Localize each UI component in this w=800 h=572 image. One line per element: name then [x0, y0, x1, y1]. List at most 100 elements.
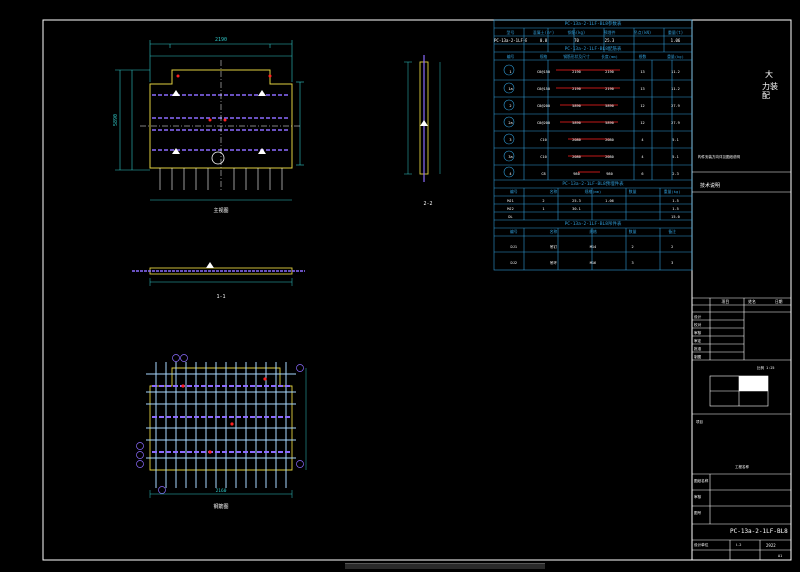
embed-table-cell: 1: [542, 207, 545, 211]
rebar-table-cell: 2a: [508, 120, 513, 125]
lift-table-cell: DJ2: [510, 261, 518, 265]
main-table-title: PC-13a-2-1LF-BL8参数表: [564, 22, 622, 27]
company-char-3: 装: [770, 82, 778, 91]
main-header-cell: 吊点(kN): [633, 30, 652, 35]
rebar-table-cell: 11.2: [671, 69, 680, 74]
check-label: 审核: [694, 495, 702, 499]
rebar-table-cell: 12: [640, 103, 645, 108]
lift-table-cell: 吊钉: [549, 244, 557, 249]
rebar-table-body: 1 C8@150 2190 2190 13 11.2 1a C8@150 2190 2190 13 1…: [494, 63, 692, 182]
lift-table-cell: 2: [671, 245, 674, 249]
embed-table-cell: MJ1: [507, 199, 514, 203]
rebar-table-cell: 12: [640, 120, 645, 125]
main-table-header: 型号 混凝土(m³) 钢筋(kg) 预埋件 吊点(kN) 重量(t): [494, 30, 692, 36]
company-char-4: 配: [762, 91, 770, 100]
lift-header-cell: 编号: [510, 229, 518, 234]
rebar-table-cell: 11.2: [671, 86, 680, 91]
embed-table-title: PC-13a-2-1LF-BL8预埋件表: [562, 182, 624, 187]
left-dimension: [115, 69, 150, 171]
plan-lift-points[interactable]: [172, 90, 266, 154]
rebar-header-cell: 编号: [506, 54, 515, 59]
embed-header-cell: 编号: [510, 189, 518, 194]
tech-note-label: 技术说明: [700, 183, 721, 189]
main-header-cell: 钢筋(kg): [567, 30, 586, 35]
horizontal-scrollbar[interactable]: [345, 563, 545, 569]
rebar-header-cell: 重量(kg): [667, 54, 684, 59]
embed-table-header: 编号 名称 规格(mm) 数量 重量(kg): [494, 189, 692, 195]
title-block-row-label: 设计: [694, 315, 702, 319]
rebar-table-cell: 2080: [572, 137, 581, 142]
rebar-table-row: 1 C8@150 2190 2190 13 11.2: [494, 63, 692, 80]
rebar-table-cell: 980: [606, 171, 613, 176]
rebar-table-cell: C8: [541, 171, 546, 176]
embed-header-cell: 规格(mm): [584, 189, 602, 194]
lift-table-row: DJ1 吊钉 M14 2 2: [494, 239, 692, 255]
embed-table-cell: 1.06: [605, 199, 614, 203]
rebar-table-cell: C8@200: [537, 120, 550, 125]
embed-table-cell: 30.1: [572, 207, 581, 211]
rebar-bottom-dim-text: 2160: [216, 488, 227, 494]
title-block-code: Ⅰ-2: [736, 543, 742, 547]
unit-label: 设计单位: [694, 543, 709, 547]
plan-lift-ring-icon[interactable]: [211, 151, 225, 165]
main-header-cell: 重量(t): [667, 30, 684, 35]
right-dimension: [296, 81, 304, 166]
main-table-row: PC-13a-2-1LF-BL8 0.8 70 25.3 1.06: [494, 38, 692, 43]
section-2-2-label: 2-2: [423, 201, 432, 207]
rebar-table-row: 1a C8@150 2190 2190 13 11.2: [494, 80, 692, 97]
plan-view-label: 主视图: [213, 207, 228, 214]
sheet-corner-label: A1: [778, 554, 783, 558]
embed-table-row: MJ2 1 30.1 1.5: [494, 205, 692, 213]
section-2-2[interactable]: 2-2: [404, 55, 441, 207]
company-logo-text-2: 力装 配: [762, 82, 778, 100]
rebar-view-label: 钢筋图: [213, 503, 228, 510]
title-block-row-label: 制图: [694, 355, 702, 359]
section-1-1-label: 1-1: [216, 294, 225, 300]
tb-header-item: 项目: [721, 299, 730, 304]
section-1-1-dims: [149, 278, 293, 286]
project-label: 项目: [696, 420, 703, 424]
rebar-table-cell: 5.1: [672, 154, 679, 159]
rebar-table-cell: 2080: [572, 154, 581, 159]
rebar-table-cell: 4: [509, 171, 512, 176]
plan-view[interactable]: 2190 5890 主视图: [113, 37, 304, 214]
title-block-row-label: 批准: [694, 347, 702, 351]
rebar-table-row: 2 C8@200 5890 5890 12 27.9: [494, 97, 692, 114]
rebar-view[interactable]: 2160 钢筋图: [136, 354, 307, 511]
rebar-table-row: 3 C10 2080 2080 4 5.1: [494, 131, 692, 148]
title-block[interactable]: [692, 171, 791, 560]
main-row-cell: 1.06: [670, 38, 681, 43]
embed-table-cell: 15.0: [671, 215, 680, 219]
cad-drawing-canvas[interactable]: 2190 5890 主视图 2-2 1-1 2160 钢筋图 PC-13a-2-…: [0, 0, 800, 569]
rebar-table-cell: 980: [573, 171, 580, 176]
rebar-header-cell: 钢筋形状及尺寸: [563, 54, 590, 59]
section-1-1[interactable]: 1-1: [132, 262, 305, 300]
rebar-table-cell: 4: [641, 154, 644, 159]
title-block-header: 项目 姓名 日期: [712, 299, 792, 305]
company-char-1: 大: [765, 70, 773, 79]
rebar-table-cell: 13: [640, 69, 645, 74]
lift-table-cell: 吊环: [549, 260, 557, 265]
lift-table-cell: M16: [589, 261, 597, 265]
title-block-filled-cell: [739, 376, 768, 391]
lift-header-cell: 数量: [628, 229, 637, 234]
rebar-callout-bubbles[interactable]: [136, 354, 304, 494]
rebar-table-cell: 27.9: [671, 120, 680, 125]
rebar-table-cell: 2080: [605, 137, 614, 142]
schedule-text-layer: PC-13a-2-1LF-BL8参数表 型号 混凝土(m³) 钢筋(kg) 预埋件 吊点…: [494, 20, 692, 270]
rebar-table-title: PC-13a-2-1LF-BL8配筋表: [564, 47, 622, 52]
rebar-table-cell: 2: [509, 103, 512, 108]
rebar-table-header: 编号 规格 钢筋形状及尺寸 长度(mm) 根数 重量(kg): [494, 54, 692, 60]
left-dimension-text: 5890: [113, 114, 119, 126]
rebar-view-outline[interactable]: [149, 367, 293, 471]
rebar-table-row: 3a C10 2080 2080 4 5.1: [494, 148, 692, 165]
title-block-row-label: 校对: [694, 323, 702, 327]
rebar-table-cell: 3a: [508, 154, 513, 159]
title-block-row-label: 审核: [694, 331, 702, 335]
embed-table-row: DL 15.0: [494, 213, 692, 221]
rebar-strengthening-bands: [152, 385, 290, 453]
main-row-cell: [626, 38, 659, 43]
rebar-table-cell: 1: [509, 69, 512, 74]
embed-table-cell: 2: [542, 199, 545, 203]
lift-table-cell: 3: [631, 261, 634, 265]
